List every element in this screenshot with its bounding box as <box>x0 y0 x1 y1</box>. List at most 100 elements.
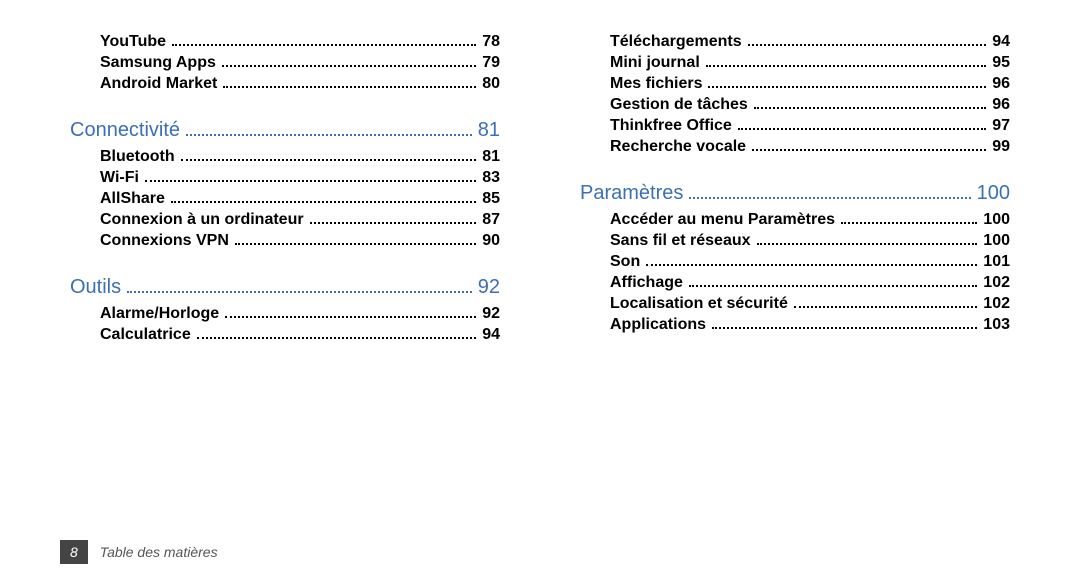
toc-leader <box>222 65 476 67</box>
toc-label: Accéder au menu Paramètres <box>610 211 835 229</box>
toc-label: Bluetooth <box>100 148 175 166</box>
toc-entry[interactable]: Alarme/Horloge92 <box>100 305 500 323</box>
toc-entry[interactable]: Calculatrice 94 <box>100 326 500 344</box>
toc-entry[interactable]: Bluetooth 81 <box>100 148 500 166</box>
toc-label: Connexion à un ordinateur <box>100 211 304 229</box>
toc-page: 102 <box>983 295 1010 313</box>
toc-label: Mini journal <box>610 54 700 72</box>
toc-column-right: Téléchargements 94 Mini journal 95 Mes fichi… <box>570 30 1020 347</box>
toc-entry[interactable]: Localisation et sécurité 102 <box>610 295 1010 313</box>
toc-leader <box>712 327 977 329</box>
page-footer: 8 Table des matières <box>60 540 218 564</box>
toc-leader <box>225 316 476 318</box>
toc-entry[interactable]: Samsung Apps 79 <box>100 54 500 72</box>
toc-leader <box>748 44 987 46</box>
toc-label: Wi-Fi <box>100 169 139 187</box>
toc-label: AllShare <box>100 190 165 208</box>
toc-page: 85 <box>482 190 500 208</box>
toc-leader <box>754 107 986 109</box>
toc-label: Téléchargements <box>610 33 742 51</box>
toc-leader <box>752 149 986 151</box>
toc-entry[interactable]: Thinkfree Office 97 <box>610 117 1010 135</box>
toc-leader <box>310 222 477 224</box>
toc-column-left: YouTube78 Samsung Apps 79 Android Market 80 C… <box>60 30 510 347</box>
toc-label: Applications <box>610 316 706 334</box>
toc-entry[interactable]: YouTube78 <box>100 33 500 51</box>
toc-page: 97 <box>992 117 1010 135</box>
toc-entry[interactable]: Recherche vocale99 <box>610 138 1010 156</box>
toc-page: 83 <box>482 169 500 187</box>
toc-label: Recherche vocale <box>610 138 746 156</box>
toc-entry[interactable]: Téléchargements 94 <box>610 33 1010 51</box>
toc-entry[interactable]: Mini journal 95 <box>610 54 1010 72</box>
toc-leader <box>223 86 476 88</box>
toc-entry[interactable]: Connexion à un ordinateur87 <box>100 211 500 229</box>
footer-title: Table des matières <box>100 544 218 560</box>
toc-leader <box>706 65 986 67</box>
page: YouTube78 Samsung Apps 79 Android Market 80 C… <box>0 0 1080 586</box>
toc-leader <box>689 197 970 199</box>
toc-page: 100 <box>983 232 1010 250</box>
toc-page: 101 <box>983 253 1010 271</box>
toc-page: 79 <box>482 54 500 72</box>
toc-leader <box>689 285 977 287</box>
page-number-badge: 8 <box>60 540 88 564</box>
toc-entry[interactable]: Son101 <box>610 253 1010 271</box>
toc-page: 102 <box>983 274 1010 292</box>
toc-leader <box>171 201 476 203</box>
toc-label: Calculatrice <box>100 326 191 344</box>
toc-leader <box>127 291 472 293</box>
toc-page: 90 <box>482 232 500 250</box>
toc-entry[interactable]: Affichage 102 <box>610 274 1010 292</box>
toc-page: 94 <box>992 33 1010 51</box>
toc-entry[interactable]: AllShare 85 <box>100 190 500 208</box>
toc-page: 96 <box>992 96 1010 114</box>
toc-leader <box>708 86 986 88</box>
toc-leader <box>172 44 476 46</box>
toc-entry[interactable]: Connexions VPN 90 <box>100 232 500 250</box>
toc-entry[interactable]: Applications 103 <box>610 316 1010 334</box>
toc-section[interactable]: Outils92 <box>70 276 500 299</box>
toc-label: Paramètres <box>580 182 683 205</box>
toc-page: 95 <box>992 54 1010 72</box>
toc-page: 80 <box>482 75 500 93</box>
toc-leader <box>794 306 977 308</box>
toc-label: Outils <box>70 276 121 299</box>
toc-label: Affichage <box>610 274 683 292</box>
toc-label: Connexions VPN <box>100 232 229 250</box>
toc-label: Connectivité <box>70 119 180 142</box>
toc-entry[interactable]: Android Market 80 <box>100 75 500 93</box>
toc-leader <box>186 134 472 136</box>
toc-label: Alarme/Horloge <box>100 305 219 323</box>
toc-section[interactable]: Connectivité 81 <box>70 119 500 142</box>
toc-page: 100 <box>977 182 1010 205</box>
toc-columns: YouTube78 Samsung Apps 79 Android Market 80 C… <box>60 30 1020 347</box>
toc-page: 100 <box>983 211 1010 229</box>
toc-page: 103 <box>983 316 1010 334</box>
toc-entry[interactable]: Gestion de tâches 96 <box>610 96 1010 114</box>
toc-leader <box>181 159 477 161</box>
toc-page: 81 <box>482 148 500 166</box>
toc-leader <box>757 243 978 245</box>
toc-entry[interactable]: Sans fil et réseaux100 <box>610 232 1010 250</box>
toc-label: Samsung Apps <box>100 54 216 72</box>
toc-label: Mes fichiers <box>610 75 702 93</box>
toc-label: Localisation et sécurité <box>610 295 788 313</box>
toc-label: Thinkfree Office <box>610 117 732 135</box>
toc-entry[interactable]: Mes fichiers 96 <box>610 75 1010 93</box>
toc-leader <box>841 222 977 224</box>
toc-page: 94 <box>482 326 500 344</box>
toc-entry[interactable]: Wi-Fi 83 <box>100 169 500 187</box>
toc-page: 81 <box>478 119 500 142</box>
toc-entry[interactable]: Accéder au menu Paramètres 100 <box>610 211 1010 229</box>
toc-leader <box>738 128 986 130</box>
toc-leader <box>145 180 476 182</box>
toc-label: Gestion de tâches <box>610 96 748 114</box>
toc-leader <box>646 264 977 266</box>
toc-leader <box>197 337 476 339</box>
toc-page: 78 <box>482 33 500 51</box>
toc-page: 96 <box>992 75 1010 93</box>
toc-leader <box>235 243 476 245</box>
toc-label: Android Market <box>100 75 217 93</box>
toc-section[interactable]: Paramètres 100 <box>580 182 1010 205</box>
